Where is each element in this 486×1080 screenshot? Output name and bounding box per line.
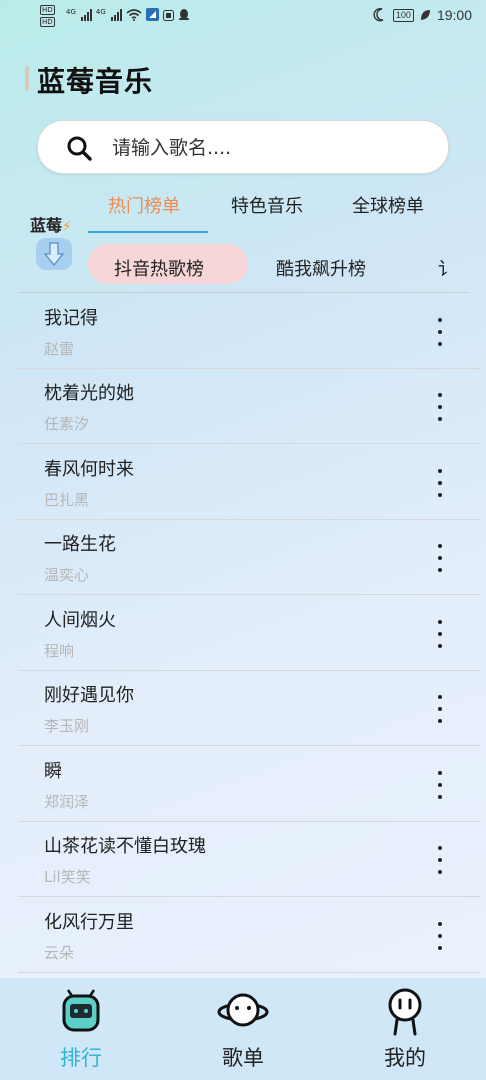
row-divider [18,745,480,746]
wifi-icon [126,9,142,21]
robot-icon [62,989,100,1032]
message-icon [162,10,174,21]
song-artist: 程响 [44,642,75,660]
planet-icon [217,993,269,1027]
row-divider [18,594,480,595]
song-artist: 郑润泽 [44,793,90,811]
more-options-icon[interactable] [432,618,448,652]
song-artist: 李玉刚 [44,717,90,735]
row-divider [18,972,480,973]
tab-featured-music[interactable]: 特色音乐 [231,192,303,218]
app-notification-icon [145,8,159,21]
more-options-icon[interactable] [432,769,448,803]
more-options-icon[interactable] [432,920,448,954]
nav-item-playlists[interactable]: 歌单 [183,978,303,1080]
network-type-2: 4G [95,8,106,16]
nav-item-ranking[interactable]: 排行 [21,978,141,1080]
download-button[interactable] [36,238,72,270]
song-title: 刚好遇见你 [44,685,134,706]
subtab-kuwo-rising[interactable]: 酷我飙升榜 [276,255,366,281]
row-divider [18,443,480,444]
song-row[interactable]: 化风行万里 云朵 [18,898,480,973]
song-row[interactable]: 春风何时来 巴扎黑 [18,445,480,520]
brand-text: 蓝莓 [30,216,63,235]
song-title: 春风何时来 [44,459,134,480]
subtab-partial[interactable]: 讠 [438,255,452,281]
status-bar: HD HD 4G 4G 100 19:00 [0,0,486,34]
song-title: 山茶花读不懂白玫瑰 [44,836,206,857]
bottom-navigation: 排行 歌单 我的 [0,978,486,1080]
signal-icon-1 [80,9,92,21]
song-artist: Lil笑笑 [44,868,91,886]
hd-badge-2: HD [40,17,55,27]
more-options-icon[interactable] [432,844,448,878]
song-title: 化风行万里 [44,912,134,933]
song-artist: 赵雷 [44,340,75,358]
hd-badges: HD HD [40,5,55,27]
search-input[interactable] [110,133,414,163]
song-artist: 任素汐 [44,415,90,433]
page-title: 蓝莓音乐 [37,65,154,98]
song-title: 枕着光的她 [44,383,134,404]
more-options-icon[interactable] [432,693,448,727]
song-row[interactable]: 瞬 郑润泽 [18,747,480,822]
song-row[interactable]: 我记得 赵雷 [18,294,480,369]
subtab-divider [18,292,468,293]
row-divider [18,896,480,897]
song-row[interactable]: 人间烟火 程响 [18,596,480,671]
tab-global-charts[interactable]: 全球榜单 [352,192,424,218]
song-title: 人间烟火 [44,610,116,631]
nav-label-ranking: 排行 [60,1046,102,1070]
more-options-icon[interactable] [432,467,448,501]
active-tab-indicator [88,231,208,233]
lightning-icon: ⚡ [62,219,72,235]
tab-hot-charts[interactable]: 热门榜单 [108,192,180,218]
song-row[interactable]: 一路生花 温奕心 [18,520,480,595]
title-accent-bar [25,66,29,91]
more-options-icon[interactable] [432,542,448,576]
song-artist: 温奕心 [44,566,90,584]
song-title: 一路生花 [44,534,116,555]
qq-icon [178,9,189,20]
signal-icons: 4G 4G [66,8,190,21]
clock: 19:00 [436,7,472,23]
nav-item-mine[interactable]: 我的 [345,978,465,1080]
nav-label-playlists: 歌单 [222,1046,264,1070]
song-row[interactable]: 山茶花读不懂白玫瑰 Lil笑笑 [18,822,480,897]
leaf-icon [420,10,430,20]
song-row[interactable]: 刚好遇见你 李玉刚 [18,671,480,746]
song-artist: 巴扎黑 [44,491,90,509]
signal-icon-2 [110,9,122,21]
moon-icon [373,8,384,22]
song-title: 瞬 [44,761,62,782]
nav-label-mine: 我的 [384,1046,426,1070]
song-artist: 云朵 [44,944,75,962]
arrow-down-icon [44,242,64,266]
song-title: 我记得 [44,308,98,329]
search-box[interactable] [37,120,449,174]
more-options-icon[interactable] [432,391,448,425]
subtab-douyin-hot[interactable]: 抖音热歌榜 [114,255,204,281]
network-type-1: 4G [66,8,76,16]
more-options-icon[interactable] [432,316,448,350]
brand-label: 蓝莓⚡ [30,212,72,236]
song-row[interactable]: 枕着光的她 任素汐 [18,369,480,444]
person-icon [388,988,422,1036]
battery-indicator: 100 [392,8,414,22]
status-right: 100 19:00 [373,7,472,23]
search-icon[interactable] [66,135,92,161]
hd-badge-1: HD [40,5,55,15]
